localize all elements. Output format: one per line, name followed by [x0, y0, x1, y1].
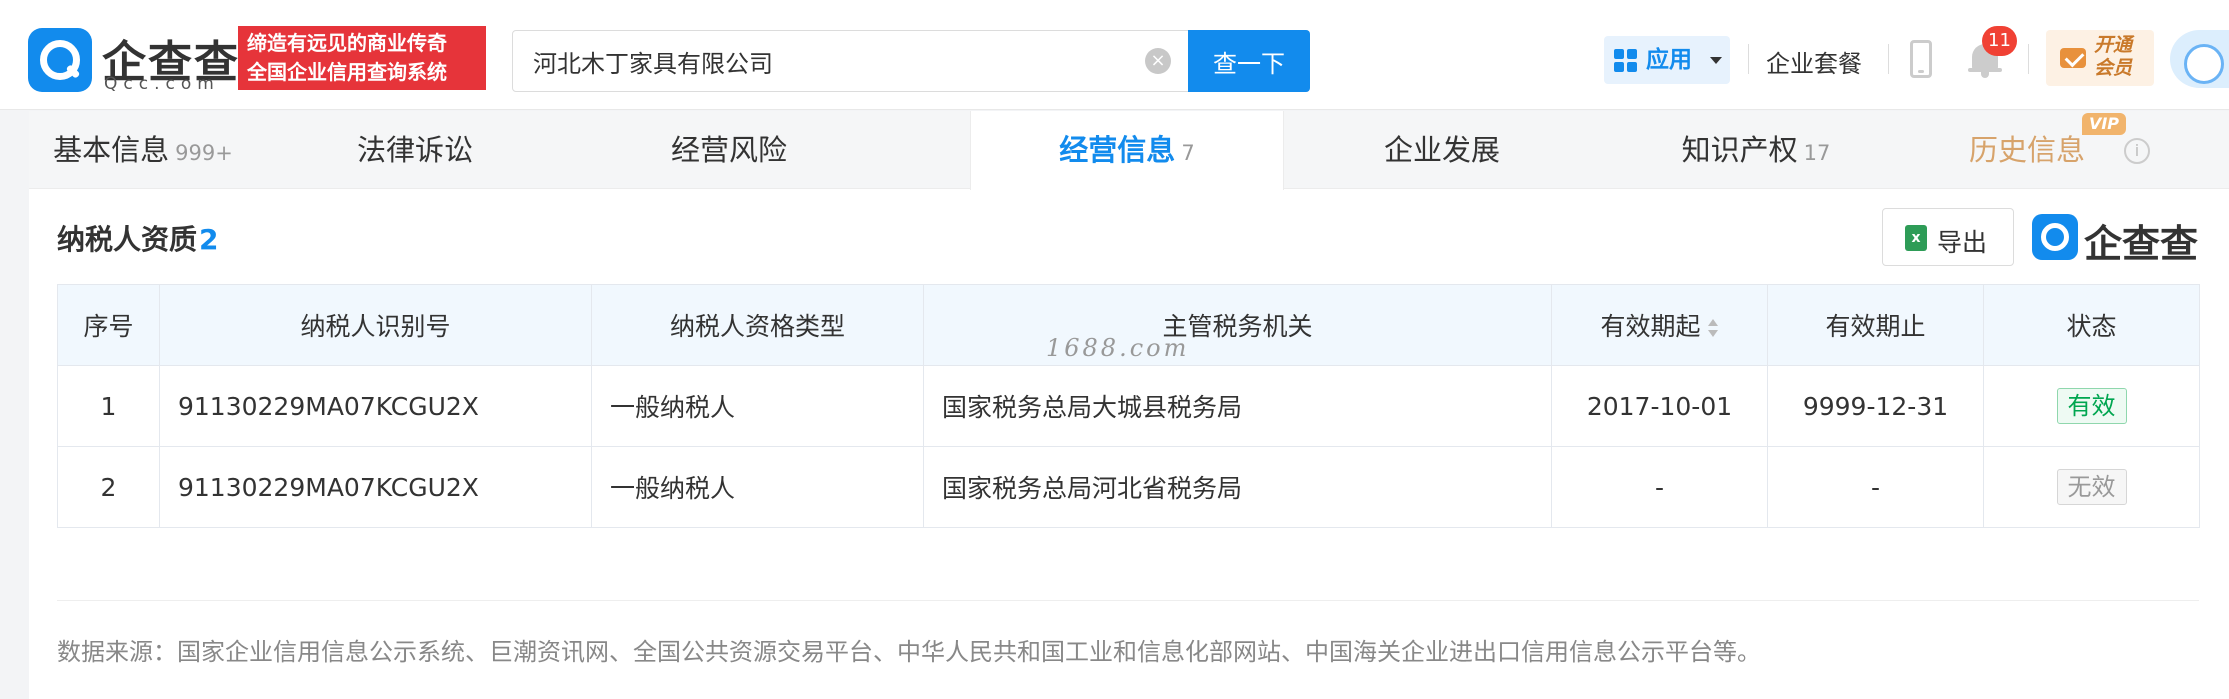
col-header-status: 状态 [1983, 284, 2200, 366]
col-header-tax-id: 纳税人识别号 [159, 284, 592, 366]
table-row: 1 91130229MA07KCGU2X 一般纳税人 国家税务总局大城县税务局 … [57, 365, 2200, 447]
brand-text: 企查查 [2084, 222, 2199, 266]
col-header-authority: 主管税务机关 [923, 284, 1552, 366]
top-header: 企查查 Qcc.com 缔造有远见的商业传奇 全国企业信用查询系统 × 查一下 … [0, 0, 2229, 110]
cell-start-date: 2017-10-01 [1551, 365, 1768, 447]
sort-icon[interactable] [1707, 318, 1719, 338]
tab-label: 知识产权 [1681, 133, 1798, 167]
cell-start-date: - [1551, 446, 1768, 528]
status-badge: 无效 [2056, 469, 2127, 505]
col-header-start-date[interactable]: 有效期起 [1551, 284, 1768, 366]
section-title: 纳税人资质2 [57, 218, 219, 258]
vip-crown-icon [2060, 48, 2086, 68]
enterprise-package-link[interactable]: 企业套餐 [1766, 44, 1862, 79]
tab-basic-info[interactable]: 基本信息 999+ [29, 111, 257, 189]
col-header-start-date-label: 有效期起 [1600, 312, 1701, 341]
section-count: 2 [199, 223, 219, 256]
clear-icon[interactable]: × [1145, 48, 1171, 74]
cell-tax-id: 91130229MA07KCGU2X [159, 365, 592, 447]
tab-label: 企业发展 [1383, 133, 1500, 167]
table-row: 2 91130229MA07KCGU2X 一般纳税人 国家税务总局河北省税务局 … [57, 446, 2200, 528]
apps-label: 应用 [1646, 47, 1692, 73]
excel-icon: x [1905, 225, 1927, 251]
data-source-note: 数据来源：国家企业信用信息公示系统、巨潮资讯网、全国公共资源交易平台、中华人民共… [57, 638, 1761, 666]
qcc-logo-icon [28, 28, 92, 92]
info-icon[interactable]: i [2124, 138, 2150, 164]
tab-ip[interactable]: 知识产权 17 [1600, 111, 1912, 189]
notification-count-badge: 11 [1982, 26, 2017, 56]
divider [1748, 44, 1749, 74]
cell-status: 有效 [1983, 365, 2200, 447]
slogan-line-1: 缔造有远见的商业传奇 [247, 31, 447, 55]
tab-label: 基本信息 [53, 133, 170, 167]
cell-authority: 国家税务总局河北省税务局 [923, 446, 1552, 528]
search-input[interactable] [513, 31, 1153, 91]
divider [57, 600, 2199, 601]
tab-risk[interactable]: 经营风险 [573, 111, 885, 189]
tab-label: 经营信息 [1059, 133, 1176, 167]
export-label: 导出 [1937, 228, 1988, 257]
col-header-index: 序号 [57, 284, 160, 366]
slogan-banner: 缔造有远见的商业传奇 全国企业信用查询系统 [238, 26, 486, 90]
cell-type: 一般纳税人 [591, 446, 924, 528]
tab-bar: 基本信息 999+ 法律诉讼 经营风险 经营信息 7 企业发展 知识产权 17 历史信… [29, 111, 2229, 190]
slogan-line-2: 全国企业信用查询系统 [247, 60, 447, 84]
apps-grid-icon [1614, 49, 1638, 73]
apps-dropdown-button[interactable]: 应用 [1604, 36, 1730, 84]
qcc-logo-icon [2032, 214, 2078, 260]
col-header-type: 纳税人资格类型 [591, 284, 924, 366]
vip-button-label: 开通会员 [2094, 34, 2133, 79]
tab-count: 17 [1803, 141, 1831, 165]
cell-tax-id: 91130229MA07KCGU2X [159, 446, 592, 528]
watermark: 1688.com [1046, 334, 1190, 362]
cell-status: 无效 [1983, 446, 2200, 528]
taxpayer-table: 序号 纳税人识别号 纳税人资格类型 主管税务机关 有效期起 有效期止 状态 1 … [57, 284, 2200, 528]
tab-label: 经营风险 [670, 133, 787, 167]
tab-business-info[interactable]: 经营信息 7 [970, 111, 1284, 190]
section-title-text: 纳税人资质 [57, 223, 198, 256]
cell-authority: 国家税务总局大城县税务局 [923, 365, 1552, 447]
status-badge: 有效 [2056, 388, 2127, 424]
tab-label: 历史信息 [1968, 133, 2085, 167]
tab-label: 法律诉讼 [356, 133, 473, 167]
divider [2028, 44, 2029, 74]
cell-type: 一般纳税人 [591, 365, 924, 447]
vip-badge: VIP [2082, 113, 2126, 135]
mobile-phone-icon[interactable] [1910, 40, 1932, 78]
cell-index: 1 [57, 365, 160, 447]
cell-end-date: - [1767, 446, 1984, 528]
tab-count: 7 [1181, 141, 1195, 165]
tab-legal[interactable]: 法律诉讼 [257, 111, 573, 189]
divider [1888, 44, 1889, 74]
tab-count: 999+ [175, 141, 233, 165]
logo-subtext: Qcc.com [104, 74, 220, 94]
col-header-end-date: 有效期止 [1767, 284, 1984, 366]
tab-development[interactable]: 企业发展 [1284, 111, 1600, 189]
user-avatar[interactable] [2170, 30, 2229, 88]
search-button[interactable]: 查一下 [1188, 30, 1310, 92]
cell-end-date: 9999-12-31 [1767, 365, 1984, 447]
chevron-down-icon [1710, 57, 1722, 64]
export-button[interactable]: x 导出 [1882, 208, 2014, 266]
open-vip-button[interactable]: 开通会员 [2046, 30, 2154, 86]
cell-index: 2 [57, 446, 160, 528]
